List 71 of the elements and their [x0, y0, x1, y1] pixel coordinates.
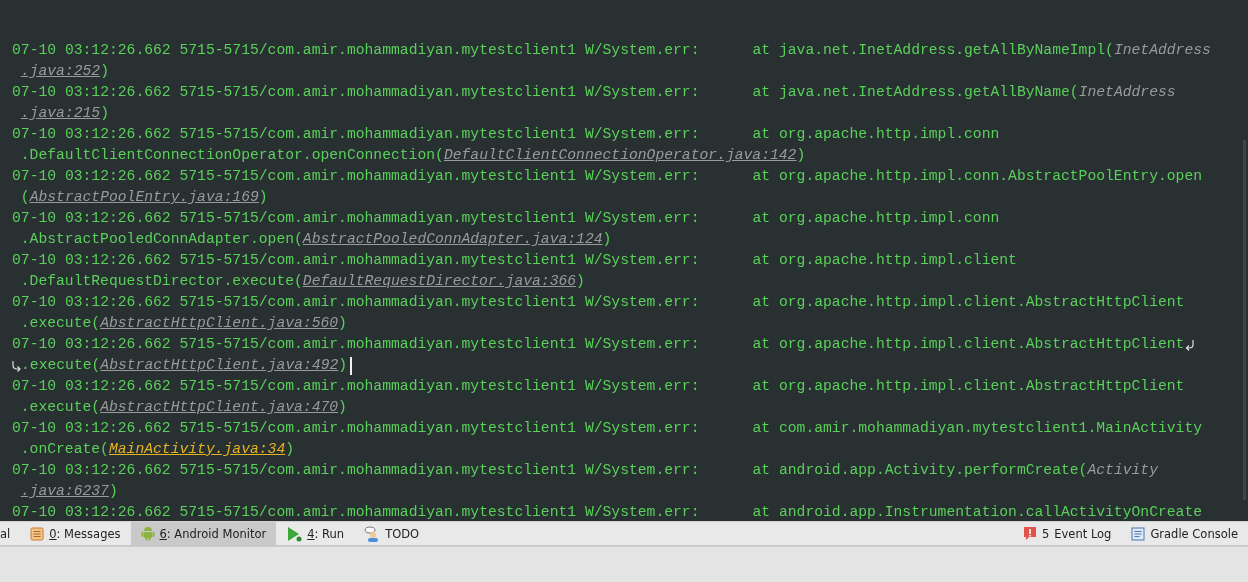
code-text: ) [258, 188, 268, 207]
log-prefix: 07-10 03:12:26.662 5715-5715/com.amir.mohammadiyan.mytestclient1 W/System.err: [12, 503, 700, 521]
code-text: at android.app.Instrumentation.callActivityOnCreate [752, 504, 1202, 520]
log-prefix: 07-10 03:12:26.662 5715-5715/com.amir.mohammadiyan.mytestclient1 W/System.err: [12, 167, 700, 186]
source-link[interactable]: MainActivity.java:34 [108, 439, 286, 460]
code-text: .execute( [20, 398, 101, 417]
tool-window-tab[interactable]: 0: Messages [20, 522, 131, 545]
tool-window-tab[interactable]: TODO [354, 522, 430, 545]
code-text: ) [285, 440, 295, 459]
source-link[interactable]: AbstractPooledConnAdapter.java:124 [302, 229, 603, 250]
code-text: at org.apache.http.impl.conn [752, 210, 1000, 226]
code-text: .onCreate( [20, 440, 109, 459]
code-text: .DefaultRequestDirector.execute( [20, 272, 303, 291]
console-icon [1131, 526, 1146, 541]
code-text: ) [338, 356, 348, 375]
log-prefix: 07-10 03:12:26.662 5715-5715/com.amir.mohammadiyan.mytestclient1 W/System.err: [12, 419, 700, 438]
source-link[interactable]: .java:252 [20, 61, 101, 82]
person-icon [364, 525, 381, 542]
tool-window-tab[interactable]: 5 Event Log [1022, 522, 1122, 545]
code-text: .DefaultClientConnectionOperator.openConnection( [20, 146, 444, 165]
source-link[interactable]: AbstractHttpClient.java:470 [100, 397, 339, 418]
code-text: ) [576, 272, 585, 291]
source-link[interactable]: AbstractHttpClient.java:492 [100, 355, 339, 376]
code-text: at java.net.InetAddress.getAllByNameImpl( [752, 42, 1114, 58]
soft-wrap-icon [12, 359, 21, 372]
code-text: .execute( [20, 314, 101, 333]
log-prefix: 07-10 03:12:26.662 5715-5715/com.amir.mohammadiyan.mytestclient1 W/System.err: [12, 461, 700, 480]
code-text: ) [338, 314, 347, 333]
code-text: ) [108, 482, 118, 501]
source-link[interactable]: .java:6237 [20, 481, 109, 502]
log-prefix: 07-10 03:12:26.662 5715-5715/com.amir.mohammadiyan.mytestclient1 W/System.err: [12, 41, 700, 60]
code-text: at org.apache.http.impl.conn.AbstractPoolEntry.open [752, 168, 1202, 184]
code-text: at com.amir.mohammadiyan.mytestclient1.MainActivity [752, 420, 1202, 436]
file-name-text: InetAddress [1078, 84, 1176, 100]
source-link[interactable]: AbstractPoolEntry.java:169 [29, 187, 259, 208]
log-prefix: 07-10 03:12:26.662 5715-5715/com.amir.mohammadiyan.mytestclient1 W/System.err: [12, 83, 700, 102]
alert-bubble-icon [1022, 526, 1037, 541]
log-prefix: 07-10 03:12:26.662 5715-5715/com.amir.mohammadiyan.mytestclient1 W/System.err: [12, 209, 700, 228]
code-text: ( [20, 188, 30, 207]
source-link[interactable]: AbstractHttpClient.java:560 [100, 313, 339, 334]
code-text: at org.apache.http.impl.conn [752, 126, 1000, 142]
code-text: ) [100, 104, 109, 123]
tool-window-tab[interactable]: al [0, 522, 21, 545]
source-link[interactable]: DefaultClientConnectionOperator.java:142 [443, 145, 797, 166]
tool-window-tab[interactable]: Gradle Console [1121, 522, 1248, 545]
log-prefix: 07-10 03:12:26.662 5715-5715/com.amir.mohammadiyan.mytestclient1 W/System.err: [12, 251, 700, 270]
log-prefix: 07-10 03:12:26.662 5715-5715/com.amir.mohammadiyan.mytestclient1 W/System.err: [12, 335, 700, 354]
code-text: ) [602, 230, 612, 249]
android-icon [140, 526, 155, 541]
log-prefix: 07-10 03:12:26.662 5715-5715/com.amir.mohammadiyan.mytestclient1 W/System.err: [12, 293, 700, 312]
code-text: ) [796, 146, 806, 165]
file-name-text: Activity [1087, 462, 1158, 478]
message-list-icon [30, 526, 45, 541]
file-name-text: InetAddress [1113, 42, 1211, 58]
code-text: .AbstractPooledConnAdapter.open( [20, 230, 303, 249]
code-text: at java.net.InetAddress.getAllByName( [752, 84, 1079, 100]
code-text: ) [100, 62, 109, 81]
code-text: at org.apache.http.impl.client [752, 252, 1017, 268]
play-icon [286, 525, 303, 542]
code-text: at android.app.Activity.performCreate( [752, 462, 1088, 478]
code-text: ) [338, 398, 347, 417]
log-prefix: 07-10 03:12:26.662 5715-5715/com.amir.mohammadiyan.mytestclient1 W/System.err: [12, 125, 700, 144]
source-link[interactable]: .java:215 [20, 103, 101, 124]
code-text: .execute( [21, 356, 101, 375]
code-text: at org.apache.http.impl.client.AbstractHttpClient [752, 294, 1185, 310]
code-text: at org.apache.http.impl.client.AbstractHttpClient [752, 378, 1185, 394]
tool-window-tab[interactable]: 6: Android Monitor [130, 522, 277, 545]
tool-window-tab[interactable]: 4: Run [276, 522, 355, 545]
log-prefix: 07-10 03:12:26.662 5715-5715/com.amir.mohammadiyan.mytestclient1 W/System.err: [12, 377, 700, 396]
source-link[interactable]: DefaultRequestDirector.java:366 [302, 271, 577, 292]
code-text: at org.apache.http.impl.client.AbstractHttpClient [752, 336, 1185, 352]
